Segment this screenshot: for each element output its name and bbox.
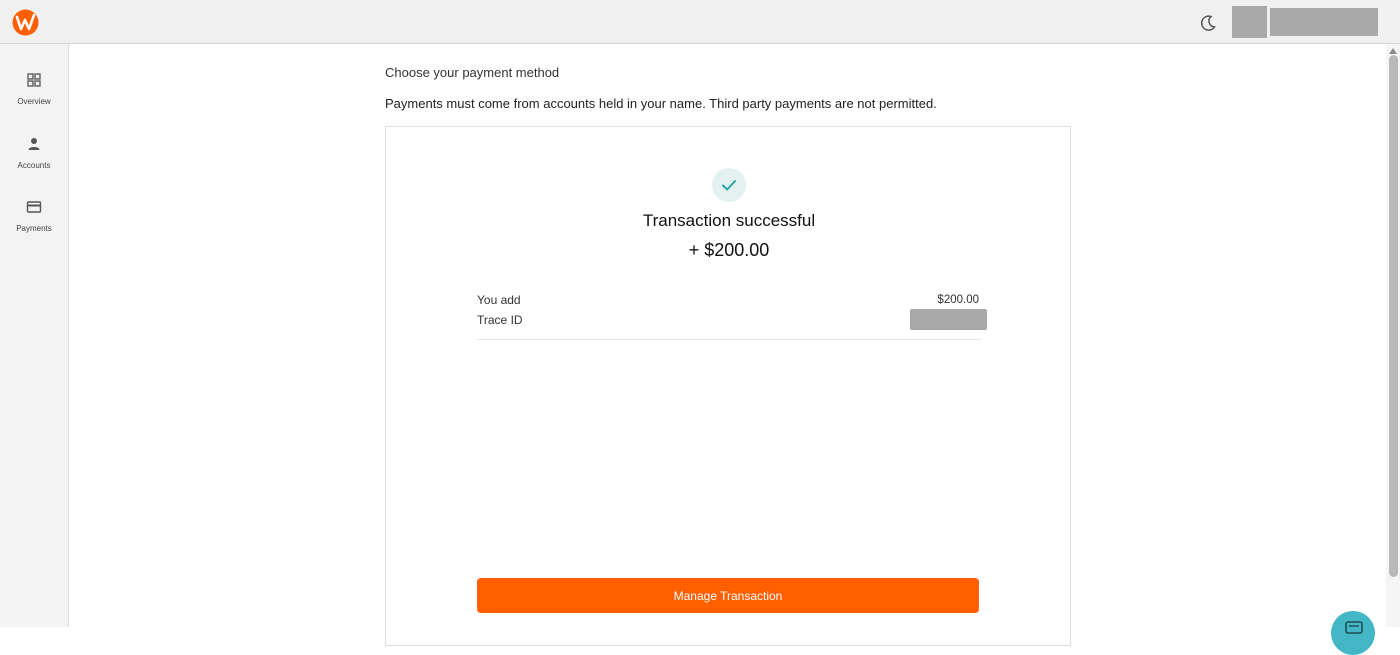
transaction-result-card: Transaction successful + $200.00 You add… (385, 126, 1071, 646)
transaction-amount: + $200.00 (688, 240, 770, 260)
sidebar-item-label: Payments (16, 224, 52, 233)
user-account-menu[interactable] (1270, 8, 1378, 36)
brand-logo-icon[interactable] (12, 9, 39, 36)
detail-label-you-add: You add (477, 293, 521, 307)
sidebar-item-accounts[interactable]: Accounts (0, 128, 68, 178)
sidebar-item-payments[interactable]: Payments (0, 191, 68, 241)
success-badge (712, 168, 746, 202)
moon-icon[interactable] (1196, 11, 1220, 35)
sidebar-item-label: Accounts (17, 161, 51, 170)
check-icon (722, 180, 736, 191)
sidebar-item-label: Overview (17, 97, 51, 106)
page-heading: Choose your payment method (385, 65, 560, 80)
sidebar: Overview Accounts Payments (0, 44, 69, 627)
detail-value-you-add: $200.00 (937, 294, 979, 306)
chat-button[interactable] (1331, 611, 1375, 655)
scrollbar-thumb[interactable] (1389, 55, 1398, 577)
manage-transaction-button[interactable]: Manage Transaction (477, 578, 979, 613)
grid-icon (27, 73, 41, 87)
divider (477, 339, 981, 340)
detail-label-trace-id: Trace ID (477, 313, 523, 327)
card-icon (26, 201, 42, 213)
person-icon (28, 138, 40, 150)
sidebar-item-overview[interactable]: Overview (0, 64, 68, 114)
scroll-up-icon[interactable] (1389, 48, 1397, 54)
trace-id-value (910, 309, 987, 330)
payment-notice: Payments must come from accounts held in… (385, 96, 937, 111)
chat-icon (1345, 621, 1363, 634)
transaction-status-title: Transaction successful (642, 211, 816, 230)
user-avatar[interactable] (1232, 6, 1267, 38)
top-bar (0, 0, 1400, 44)
